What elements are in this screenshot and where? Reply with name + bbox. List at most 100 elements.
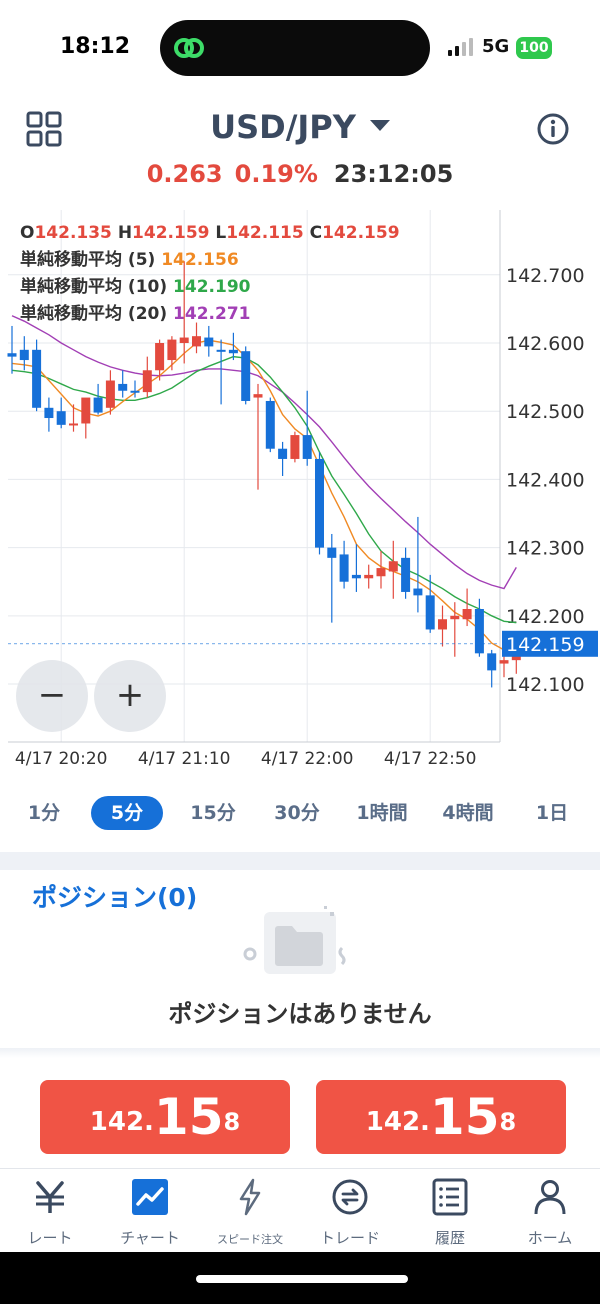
candle-body	[265, 400, 275, 449]
candle-body	[179, 337, 189, 343]
section-divider-2	[0, 1048, 600, 1058]
candle-body	[44, 407, 54, 419]
y-tick-label: 142.700	[506, 265, 585, 287]
zoom-out-button[interactable]: −	[16, 660, 88, 732]
currency-pair-selector[interactable]: USD/JPY	[0, 108, 600, 146]
tab-rate-label: レート	[27, 1229, 73, 1247]
candle-body	[19, 349, 29, 361]
y-tick-label: 142.200	[506, 606, 585, 628]
y-tick-label: 142.600	[506, 333, 585, 355]
open-label: O	[20, 223, 35, 243]
candle-body	[290, 435, 300, 459]
signal-icon	[448, 38, 473, 56]
link-icon	[174, 38, 204, 58]
timeframe-30m[interactable]: 30分	[262, 796, 332, 830]
tab-trade[interactable]: トレード	[300, 1175, 400, 1251]
candle-body	[474, 609, 484, 654]
high-value: 142.159	[132, 223, 210, 243]
price-change-percent: 0.19%	[234, 160, 318, 188]
timeframe-1m[interactable]: 1分	[18, 796, 70, 830]
price-change: 0.263	[146, 160, 223, 188]
price-chart[interactable]: 142.700 142.600 142.500 142.400 142.300 142.2…	[0, 210, 600, 790]
candle-body	[130, 390, 140, 393]
tab-trade-label: トレード	[319, 1229, 380, 1247]
y-tick-label: 142.400	[506, 469, 585, 491]
candle-body	[315, 458, 324, 548]
timeframe-selector: 1分 5分 15分 30分 1時間 4時間 1日	[0, 792, 600, 832]
tab-home-label: ホーム	[527, 1229, 573, 1247]
ma5-label: 単純移動平均 (5)	[20, 250, 156, 270]
buy-price-fraction: 8	[499, 1108, 517, 1136]
candle-body	[302, 435, 312, 459]
ma10-value: 142.190	[173, 277, 251, 297]
candle-body	[351, 574, 361, 579]
candle-body	[413, 588, 423, 596]
sell-button[interactable]: 142.158	[40, 1080, 290, 1154]
candle-body	[487, 653, 497, 671]
candle-body	[388, 561, 398, 572]
home-indicator-bar	[0, 1252, 600, 1304]
current-price-label: 142.159	[506, 634, 585, 656]
timeframe-4h[interactable]: 4時間	[430, 796, 506, 830]
candle-body	[376, 568, 386, 577]
timeframe-5m[interactable]: 5分	[91, 796, 163, 830]
candle-body	[167, 339, 177, 361]
buy-price-pips: 15	[429, 1088, 500, 1146]
candle-body	[339, 554, 349, 582]
bottom-tab-bar: レート チャート スピード注文 トレード 履歴 ホーム	[0, 1168, 600, 1252]
ma20-label: 単純移動平均 (20)	[20, 304, 168, 324]
ma10-label: 単純移動平均 (10)	[20, 277, 168, 297]
positions-title[interactable]: ポジション(0)	[32, 878, 197, 914]
candle-body	[105, 380, 115, 408]
sell-price-prefix: 142.	[89, 1107, 154, 1137]
candle-body	[7, 353, 17, 357]
dynamic-island	[160, 20, 430, 76]
ma20-value: 142.271	[173, 304, 251, 324]
candle-body	[278, 448, 288, 459]
tab-history-label: 履歴	[434, 1229, 465, 1247]
buy-button[interactable]: 142.158	[316, 1080, 566, 1154]
zoom-in-button[interactable]: +	[94, 660, 166, 732]
candle-body	[192, 336, 201, 347]
candle-body	[216, 349, 226, 352]
x-tick-label: 4/17 21:10	[138, 749, 231, 769]
tab-rate[interactable]: レート	[0, 1175, 100, 1251]
candle-body	[450, 615, 460, 620]
timeframe-15m[interactable]: 15分	[178, 796, 248, 830]
empty-folder-icon	[243, 906, 346, 974]
timeframe-1d[interactable]: 1日	[524, 796, 580, 830]
candle-body	[499, 660, 509, 664]
candle-body	[118, 383, 128, 391]
ma5-value: 142.156	[161, 250, 239, 270]
chart-icon	[132, 1179, 168, 1215]
ma20-legend: 単純移動平均 (20) 142.271	[20, 301, 400, 328]
exchange-icon	[332, 1179, 368, 1215]
tab-speed-order[interactable]: スピード注文	[200, 1175, 300, 1251]
candle-body	[438, 619, 447, 630]
ma10-line	[11, 355, 517, 624]
yen-icon	[36, 1181, 64, 1213]
tab-history[interactable]: 履歴	[400, 1175, 500, 1251]
battery-indicator: 100	[516, 37, 552, 59]
candle-body	[228, 349, 238, 354]
candle-body	[401, 557, 411, 592]
info-icon[interactable]	[536, 112, 570, 146]
x-tick-label: 4/17 22:00	[261, 749, 354, 769]
y-tick-label: 142.100	[506, 674, 585, 696]
server-time: 23:12:05	[333, 160, 454, 188]
buy-price-prefix: 142.	[365, 1107, 430, 1137]
candle-body	[241, 351, 251, 401]
ohlc-readout: O142.135 H142.159 L142.115 C142.159	[20, 220, 400, 247]
section-divider	[0, 852, 600, 870]
home-indicator[interactable]	[196, 1275, 408, 1283]
timeframe-1h[interactable]: 1時間	[344, 796, 420, 830]
tab-home[interactable]: ホーム	[500, 1175, 600, 1251]
sell-price-fraction: 8	[223, 1108, 241, 1136]
candle-body	[56, 411, 66, 425]
sell-price-pips: 15	[153, 1088, 224, 1146]
candle-body	[142, 370, 152, 393]
low-label: L	[215, 223, 227, 243]
quote-summary: 0.263 0.19% 23:12:05	[0, 160, 600, 188]
tab-chart[interactable]: チャート	[100, 1175, 200, 1251]
no-positions-message: ポジションはありません	[168, 1000, 432, 1028]
